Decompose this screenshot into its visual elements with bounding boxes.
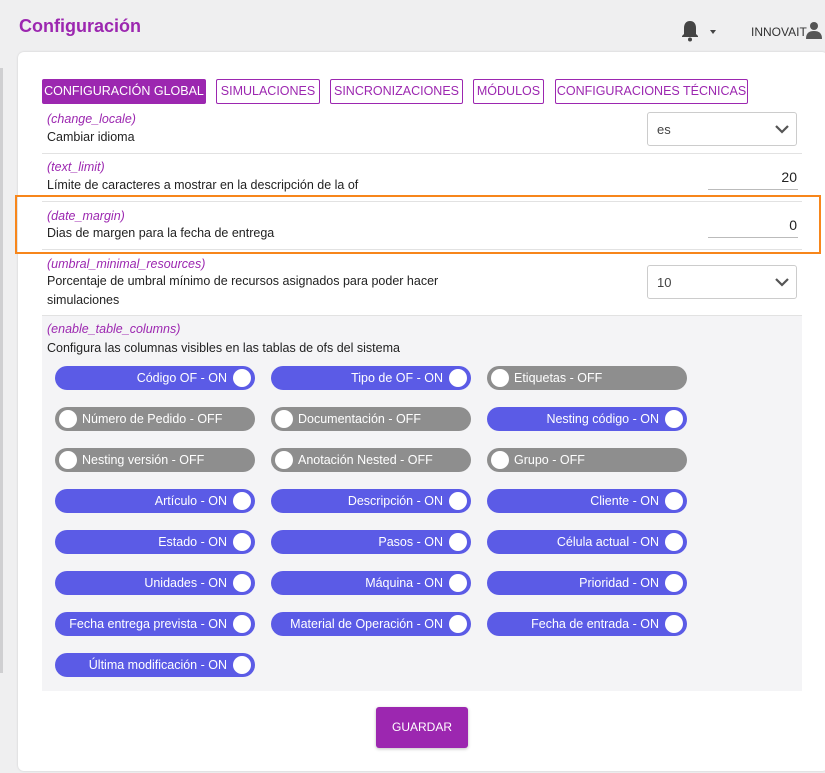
locale-select[interactable]: es	[647, 112, 797, 146]
toggle-knob	[233, 369, 251, 387]
toggle-knob	[665, 615, 683, 633]
column-toggle-label: Material de Operación - ON	[290, 617, 443, 631]
column-toggle[interactable]: Nesting código - ON	[487, 407, 687, 431]
column-toggle-label: Etiquetas - OFF	[514, 371, 603, 385]
column-toggle[interactable]: Nesting versión - OFF	[55, 448, 255, 472]
column-toggle[interactable]: Prioridad - ON	[487, 571, 687, 595]
setting-key-change-locale: (change_locale)	[47, 112, 136, 126]
column-toggle-label: Última modificación - ON	[88, 658, 227, 672]
save-button[interactable]: GUARDAR	[376, 707, 468, 748]
tab-modules[interactable]: MÓDULOS	[473, 79, 544, 104]
tab-simulations[interactable]: SIMULACIONES	[216, 79, 320, 104]
tab-global-config[interactable]: CONFIGURACIÓN GLOBAL	[42, 79, 206, 104]
toggle-knob	[59, 451, 77, 469]
chevron-down-icon[interactable]	[710, 30, 716, 34]
column-toggle[interactable]: Cliente - ON	[487, 489, 687, 513]
column-toggle-label: Anotación Nested - OFF	[298, 453, 433, 467]
page-title: Configuración	[19, 16, 141, 36]
column-toggle[interactable]: Estado - ON	[55, 530, 255, 554]
toggle-knob	[233, 492, 251, 510]
tab-technical-config[interactable]: CONFIGURACIONES TÉCNICAS	[555, 79, 748, 104]
column-toggle-label: Nesting código - ON	[546, 412, 659, 426]
toggle-knob	[233, 615, 251, 633]
column-toggle[interactable]: Material de Operación - ON	[271, 612, 471, 636]
bell-icon[interactable]	[680, 20, 700, 42]
column-toggle[interactable]: Unidades - ON	[55, 571, 255, 595]
toggle-knob	[491, 369, 509, 387]
user-name[interactable]: INNOVAIT	[751, 25, 807, 39]
setting-key-umbral: (umbral_minimal_resources)	[47, 257, 206, 271]
toggle-knob	[59, 410, 77, 428]
column-toggle[interactable]: Número de Pedido - OFF	[55, 407, 255, 431]
column-toggle[interactable]: Pasos - ON	[271, 530, 471, 554]
toggle-knob	[449, 533, 467, 551]
column-toggle-label: Artículo - ON	[154, 494, 227, 508]
toggle-knob	[665, 492, 683, 510]
setting-desc-text-limit: Límite de caracteres a mostrar en la des…	[47, 178, 359, 192]
toggle-knob	[275, 451, 293, 469]
toggle-knob	[233, 533, 251, 551]
column-toggle-label: Estado - ON	[158, 535, 227, 549]
setting-key-table-columns: (enable_table_columns)	[47, 322, 181, 336]
user-icon[interactable]	[806, 21, 822, 39]
column-toggle-label: Pasos - ON	[378, 535, 443, 549]
column-toggle-label: Tipo de OF - ON	[351, 371, 443, 385]
toggle-knob	[665, 410, 683, 428]
column-toggle[interactable]: Descripción - ON	[271, 489, 471, 513]
umbral-select[interactable]: 10	[647, 265, 797, 299]
toggle-knob	[449, 615, 467, 633]
divider	[42, 153, 802, 154]
column-toggle-label: Unidades - ON	[144, 576, 227, 590]
column-toggle-label: Nesting versión - OFF	[82, 453, 205, 467]
left-sidebar-edge	[0, 68, 3, 673]
text-limit-input[interactable]: 20	[708, 164, 798, 190]
column-toggle[interactable]: Etiquetas - OFF	[487, 366, 687, 390]
toggle-knob	[233, 574, 251, 592]
column-toggle[interactable]: Última modificación - ON	[55, 653, 255, 677]
column-toggle[interactable]: Célula actual - ON	[487, 530, 687, 554]
toggle-knob	[449, 369, 467, 387]
column-toggle[interactable]: Fecha entrega prevista - ON	[55, 612, 255, 636]
column-toggle-label: Prioridad - ON	[579, 576, 659, 590]
toggle-knob	[449, 574, 467, 592]
toggle-knob	[233, 656, 251, 674]
toggle-knob	[449, 492, 467, 510]
umbral-select-value: 10	[657, 275, 672, 290]
setting-desc-umbral-line2: simulaciones	[47, 293, 120, 307]
column-toggle-label: Descripción - ON	[347, 494, 443, 508]
column-toggle-label: Máquina - ON	[365, 576, 443, 590]
chevron-down-icon	[775, 278, 789, 287]
column-toggle[interactable]: Código OF - ON	[55, 366, 255, 390]
column-toggle-label: Documentación - OFF	[298, 412, 421, 426]
toggle-knob	[275, 410, 293, 428]
column-toggle-label: Cliente - ON	[590, 494, 659, 508]
toggle-knob	[665, 533, 683, 551]
toggle-knob	[491, 451, 509, 469]
setting-key-text-limit: (text_limit)	[47, 160, 105, 174]
column-toggle[interactable]: Artículo - ON	[55, 489, 255, 513]
column-toggle[interactable]: Anotación Nested - OFF	[271, 448, 471, 472]
setting-desc-umbral-line1: Porcentaje de umbral mínimo de recursos …	[47, 274, 439, 288]
column-toggle[interactable]: Documentación - OFF	[271, 407, 471, 431]
tab-synchronizations[interactable]: SINCRONIZACIONES	[330, 79, 463, 104]
column-toggle-label: Célula actual - ON	[556, 535, 659, 549]
setting-desc-table-columns: Configura las columnas visibles en las t…	[47, 341, 400, 355]
locale-select-value: es	[657, 122, 671, 137]
column-toggle-label: Grupo - OFF	[514, 453, 585, 467]
column-toggle-label: Fecha entrega prevista - ON	[69, 617, 227, 631]
column-toggle-label: Número de Pedido - OFF	[82, 412, 223, 426]
highlight-box	[15, 195, 821, 254]
column-toggle[interactable]: Fecha de entrada - ON	[487, 612, 687, 636]
toggle-knob	[665, 574, 683, 592]
column-toggle[interactable]: Máquina - ON	[271, 571, 471, 595]
column-toggle[interactable]: Grupo - OFF	[487, 448, 687, 472]
chevron-down-icon	[775, 125, 789, 134]
column-toggle-label: Código OF - ON	[136, 371, 227, 385]
column-toggle[interactable]: Tipo de OF - ON	[271, 366, 471, 390]
setting-desc-change-locale: Cambiar idioma	[47, 130, 135, 144]
column-toggle-label: Fecha de entrada - ON	[531, 617, 659, 631]
